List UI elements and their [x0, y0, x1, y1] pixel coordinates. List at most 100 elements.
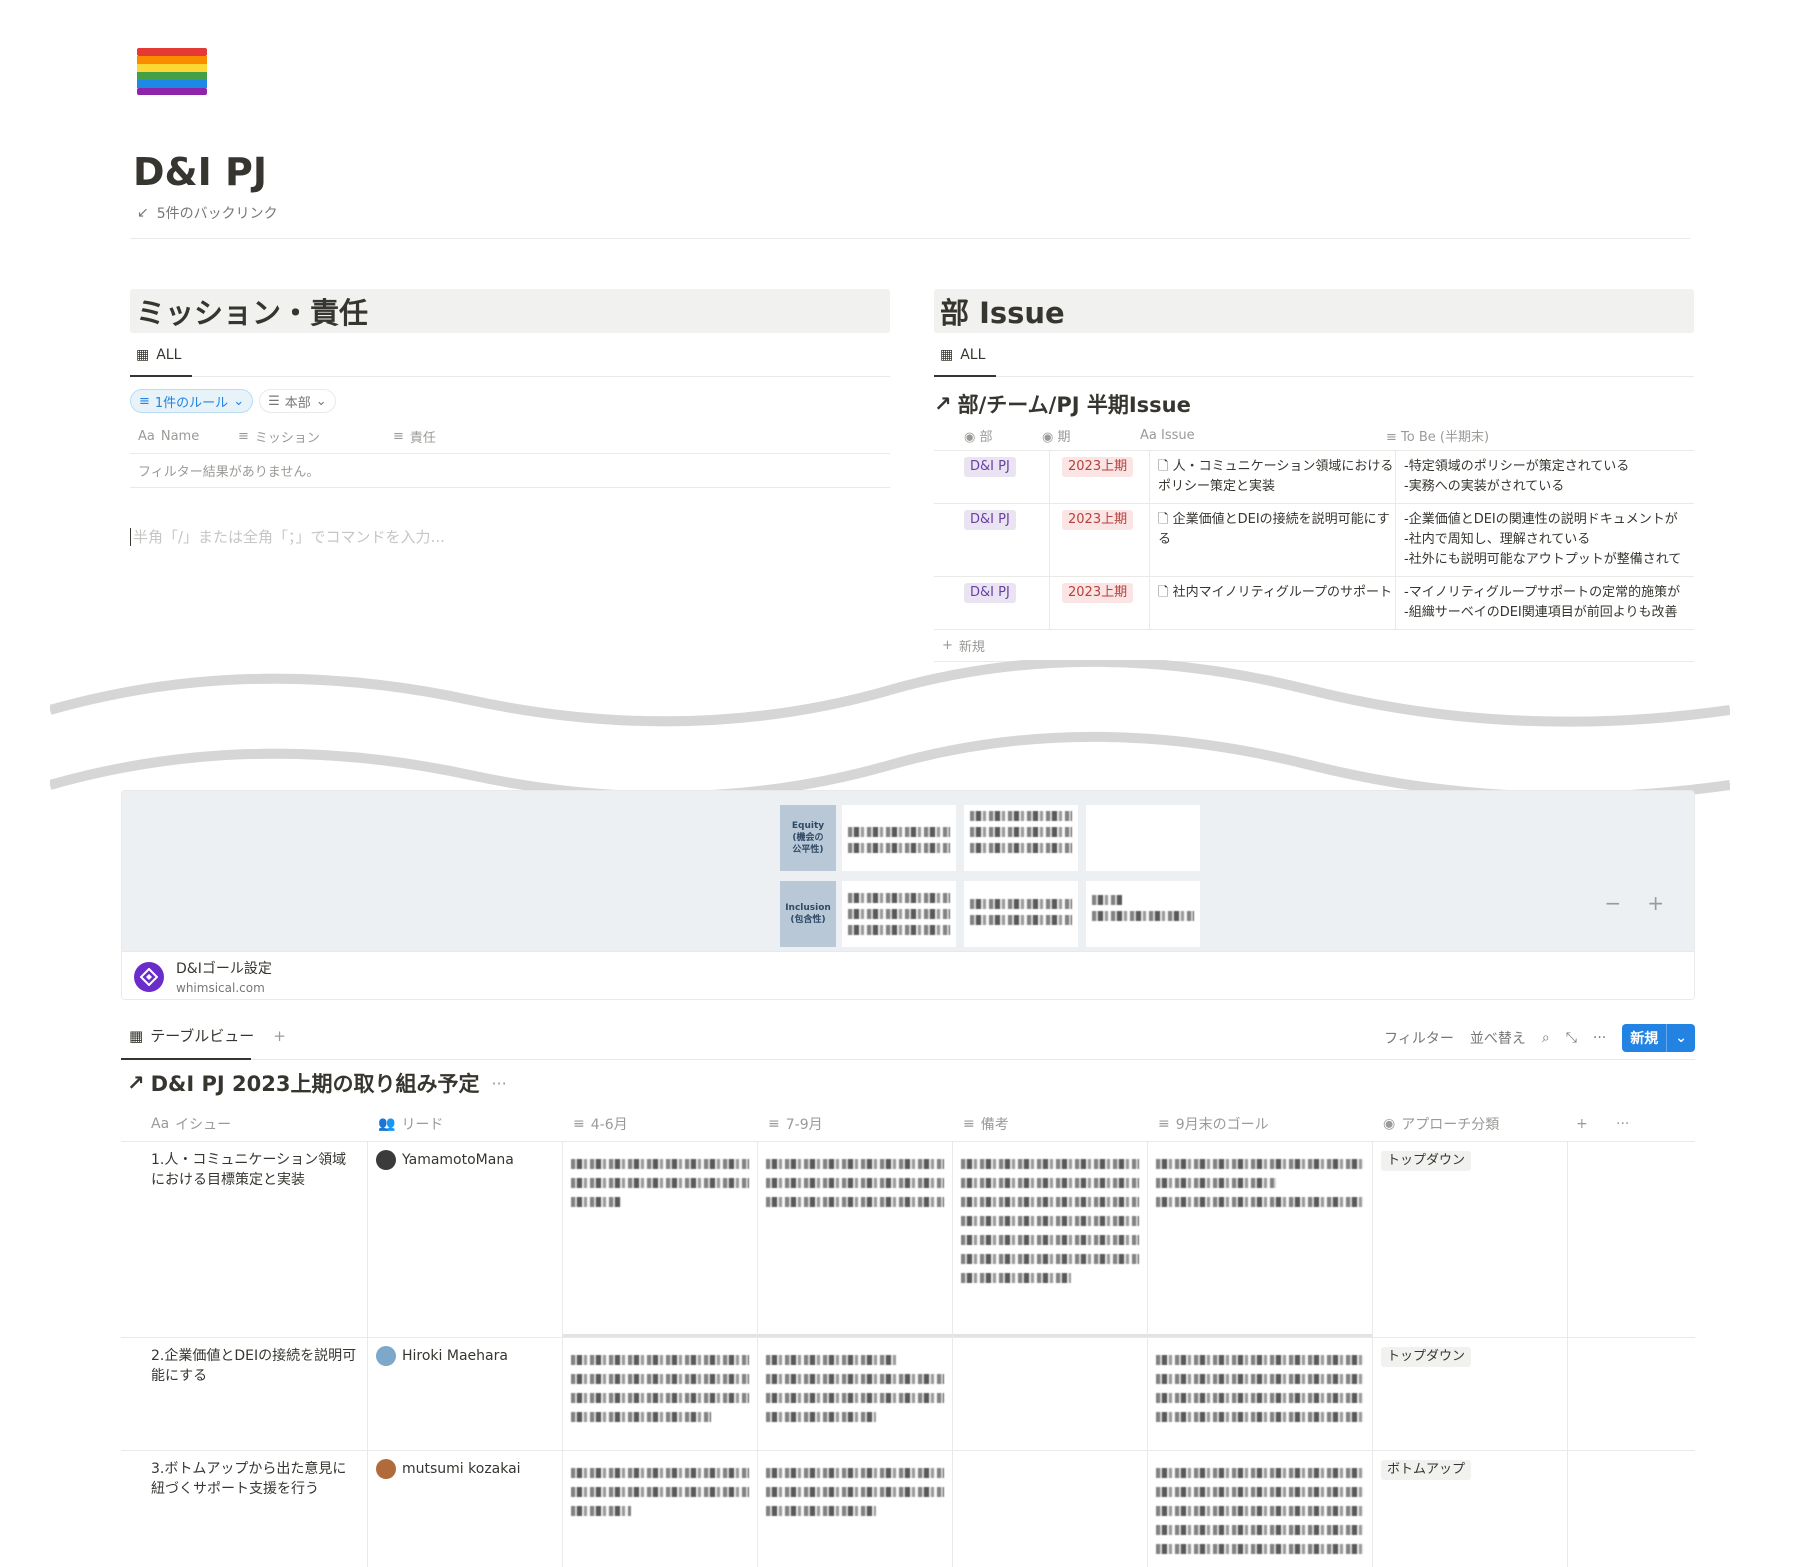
command-input[interactable]: 半角「/」または全角「；」でコマンドを入力...	[130, 526, 890, 547]
table-row[interactable]: D&I PJ 2023上期 🗋 企業価値とDEIの接続を説明可能にする -企業価…	[934, 504, 1694, 577]
plus-icon: +	[942, 638, 953, 653]
issues-column: 部 Issue ▦ ALL ↗ 部/チーム/PJ 半期Issue ◉ 部 ◉ 期…	[934, 289, 1694, 662]
notes-cell[interactable]	[953, 1142, 1148, 1337]
tab-table-view[interactable]: ▦ テーブルビュー +	[121, 1012, 286, 1060]
table-row[interactable]: 1.人・コミュニケーション領域における目標策定と実装 YamamotoMana …	[121, 1142, 1695, 1338]
lead-cell[interactable]: mutsumi kozakai	[368, 1451, 563, 1567]
column-header-jul-sep[interactable]: ≡ 7-9月	[758, 1114, 953, 1134]
approach-tag: トップダウン	[1381, 1151, 1472, 1171]
row-label-inclusion: Inclusion (包含性)	[780, 881, 836, 947]
table-row[interactable]: D&I PJ 2023上期 🗋 人・コミュニケーション領域におけるポリシー策定と…	[934, 451, 1694, 504]
expand-icon[interactable]: ⤡	[1566, 1030, 1577, 1046]
column-header-issue[interactable]: Aa Issue	[1130, 428, 1376, 443]
view-tab-label: テーブルビュー	[150, 1027, 255, 1045]
apr-jun-cell[interactable]	[563, 1338, 758, 1450]
column-label: 責任	[409, 431, 436, 446]
more-icon[interactable]: ···	[1608, 1116, 1648, 1132]
embed-canvas[interactable]: Equity (機会の 公平性) Inclusion (包含性) − +	[122, 791, 1694, 951]
view-tab-label: ALL	[960, 347, 986, 363]
issue-cell[interactable]: 2.企業価値とDEIの接続を説明可能にする	[121, 1338, 368, 1450]
jul-sep-cell[interactable]	[758, 1142, 953, 1337]
jul-sep-cell[interactable]	[758, 1338, 953, 1450]
zoom-out-button[interactable]: −	[1604, 891, 1621, 915]
issue-cell[interactable]: 3.ボトムアップから出た意見に紐づくサポート支援を行う	[121, 1451, 368, 1567]
blurred-text	[571, 1506, 631, 1516]
approach-cell[interactable]: トップダウン	[1373, 1142, 1568, 1337]
search-icon[interactable]: ⌕	[1542, 1030, 1550, 1046]
sort-button[interactable]: 並べ替え	[1470, 1028, 1526, 1048]
text-caret	[130, 527, 131, 546]
whimsical-embed[interactable]: Equity (機会の 公平性) Inclusion (包含性) − + D&Iゴール…	[121, 790, 1695, 1000]
mission-heading[interactable]: ミッション・責任	[130, 289, 890, 333]
sticky-note	[964, 805, 1078, 871]
add-view-icon[interactable]: +	[273, 1027, 286, 1045]
table-row[interactable]: D&I PJ 2023上期 🗋 社内マイノリティグループのサポート -マイノリテ…	[934, 577, 1694, 630]
apr-jun-cell[interactable]	[563, 1142, 758, 1337]
rainbow-flag-icon[interactable]	[137, 46, 207, 96]
select-icon: ◉	[1383, 1115, 1396, 1132]
blurred-text	[1156, 1544, 1364, 1554]
column-header-dept[interactable]: ◉ 部	[934, 426, 1030, 445]
column-header-period[interactable]: ◉ 期	[1030, 426, 1130, 445]
chevron-down-icon[interactable]: ⌄	[1666, 1024, 1695, 1052]
notes-cell[interactable]	[953, 1451, 1148, 1567]
embed-footer[interactable]: D&Iゴール設定 whimsical.com	[122, 951, 1694, 999]
sticky-note	[1086, 805, 1200, 871]
empty-message: フィルター結果がありません。	[130, 454, 890, 488]
add-column-icon[interactable]: +	[1568, 1116, 1608, 1132]
approach-cell[interactable]: トップダウン	[1373, 1338, 1568, 1450]
blurred-text	[571, 1374, 749, 1384]
issue-cell[interactable]: 1.人・コミュニケーション領域における目標策定と実装	[121, 1142, 368, 1337]
column-header-apr-jun[interactable]: ≡ 4-6月	[563, 1114, 758, 1134]
mission-view-tab-all[interactable]: ▦ ALL	[136, 347, 181, 363]
dept-filter-pill[interactable]: ☰ 本部 ⌄	[259, 389, 336, 413]
column-header-responsibility[interactable]: ≡ 責任	[385, 427, 545, 446]
column-header-goal[interactable]: ≡ 9月末のゴール	[1148, 1114, 1373, 1134]
new-button[interactable]: 新規 ⌄	[1622, 1024, 1695, 1052]
issue-title[interactable]: 企業価値とDEIの接続を説明可能にする	[1158, 512, 1390, 547]
backlinks-button[interactable]: ↙ 5件のバックリンク	[137, 203, 278, 223]
issues-heading[interactable]: 部 Issue	[934, 289, 1694, 333]
goal-cell[interactable]	[1148, 1142, 1373, 1337]
blurred-text	[766, 1159, 944, 1169]
page-title[interactable]: D&I PJ	[133, 150, 267, 194]
view-tab-label: ALL	[156, 347, 182, 363]
column-header-issue[interactable]: Aa イシュー	[121, 1114, 368, 1134]
db-title[interactable]: ↗ D&I PJ 2023上期の取り組み予定 ···	[121, 1060, 1695, 1106]
tobe-line: -企業価値とDEIの関連性の説明ドキュメントが	[1404, 512, 1678, 527]
column-header-tobe[interactable]: ≡ To Be (半期末)	[1376, 426, 1676, 445]
lead-cell[interactable]: YamamotoMana	[368, 1142, 563, 1337]
column-label: 備考	[980, 1116, 1009, 1133]
linked-db-title[interactable]: ↗ 部/チーム/PJ 半期Issue	[934, 387, 1694, 421]
more-icon[interactable]: ···	[1593, 1030, 1606, 1046]
filter-rule-pill[interactable]: ≡ 1件のルール ⌄	[130, 389, 254, 413]
issue-title[interactable]: 人・コミュニケーション領域におけるポリシー策定と実装	[1158, 459, 1393, 494]
lead-cell[interactable]: Hiroki Maehara	[368, 1338, 563, 1450]
goal-cell[interactable]	[1148, 1338, 1373, 1450]
more-icon[interactable]: ···	[491, 1074, 506, 1093]
approach-cell[interactable]: ボトムアップ	[1373, 1451, 1568, 1567]
table-row[interactable]: 3.ボトムアップから出た意見に紐づくサポート支援を行う mutsumi koza…	[121, 1451, 1695, 1567]
goal-cell[interactable]	[1148, 1451, 1373, 1567]
blurred-text	[571, 1412, 711, 1422]
text-type-icon: Aa	[1140, 428, 1161, 443]
column-header-notes[interactable]: ≡ 備考	[953, 1114, 1148, 1134]
filter-button[interactable]: フィルター	[1384, 1028, 1454, 1048]
zoom-in-button[interactable]: +	[1647, 891, 1664, 915]
jul-sep-cell[interactable]	[758, 1451, 953, 1567]
issue-title[interactable]: 社内マイノリティグループのサポート	[1173, 585, 1392, 600]
issues-view-tab-all[interactable]: ▦ ALL	[940, 347, 985, 363]
blurred-text	[1156, 1355, 1364, 1365]
column-header-lead[interactable]: 👥 リード	[368, 1114, 563, 1134]
column-header-name[interactable]: Aa Name	[130, 429, 230, 444]
blurred-text	[1156, 1393, 1364, 1403]
add-new-row-button[interactable]: + 新規	[934, 630, 1694, 662]
page-icon: 🗋	[1158, 512, 1173, 527]
column-header-approach[interactable]: ◉ アプローチ分類	[1373, 1114, 1568, 1134]
table-row[interactable]: 2.企業価値とDEIの接続を説明可能にする Hiroki Maehara トップ…	[121, 1338, 1695, 1451]
column-header-mission[interactable]: ≡ ミッション	[230, 427, 385, 446]
apr-jun-cell[interactable]	[563, 1451, 758, 1567]
zoom-controls: − +	[1604, 891, 1664, 915]
notes-cell[interactable]	[953, 1338, 1148, 1450]
row-label-line: 公平性)	[792, 845, 824, 855]
